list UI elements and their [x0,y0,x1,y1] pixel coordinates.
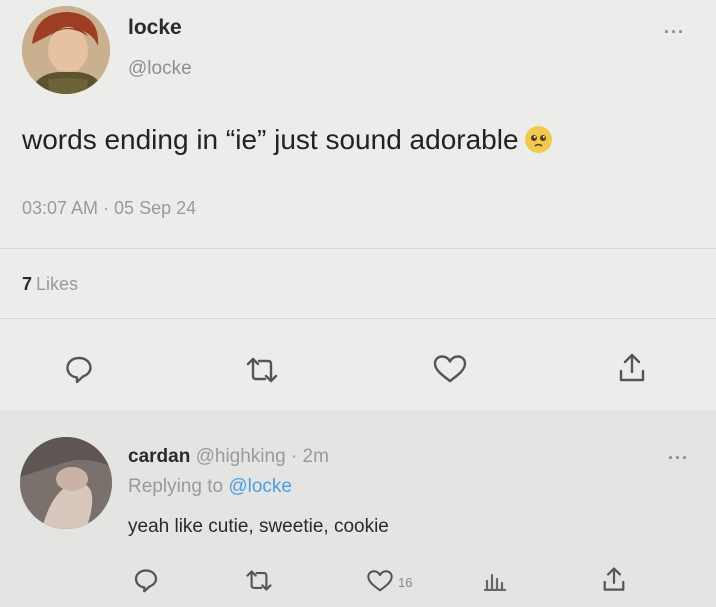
divider [0,248,716,249]
analytics-icon[interactable] [483,569,507,596]
reply-time: · 2m [290,446,329,467]
like-icon[interactable] [432,354,468,389]
share-icon[interactable] [602,566,626,598]
reply-text: yeah like cutie, sweetie, cookie [128,516,389,537]
likes-summary[interactable]: 7 Likes [22,274,78,295]
reply-icon[interactable] [64,354,94,389]
reply-icon[interactable] [133,567,159,598]
avatar[interactable] [22,6,110,94]
author-name[interactable]: locke [128,16,182,40]
likes-label: Likes [36,274,79,294]
reply-author-handle[interactable]: @highking [196,446,286,467]
author-handle[interactable]: @locke [128,58,192,80]
replying-to: Replying to @locke [128,476,292,498]
divider [0,318,716,319]
like-count: 16 [398,575,413,590]
tweet-text-content: words ending in “ie” just sound adorable [22,124,519,155]
likes-count: 7 [22,274,33,294]
reply-header: cardan @highking · 2m [128,446,329,468]
tweet-text: words ending in “ie” just sound adorable [22,124,552,156]
more-options-icon[interactable]: ··· [668,448,689,469]
replying-to-mention[interactable]: @locke [228,476,292,497]
reply-author-name[interactable]: cardan [128,446,190,467]
pleading-face-emoji [524,126,552,153]
like-icon[interactable] [366,569,394,598]
more-options-icon[interactable]: ··· [664,22,685,43]
replying-to-label: Replying to [128,476,224,497]
main-tweet: locke @locke ··· words ending in “ie” ju… [0,0,716,410]
retweet-icon[interactable] [245,569,273,597]
avatar[interactable] [20,437,112,529]
share-icon[interactable] [618,352,646,389]
retweet-icon[interactable] [245,356,279,389]
timestamp: 03:07 AM · 05 Sep 24 [22,198,197,218]
